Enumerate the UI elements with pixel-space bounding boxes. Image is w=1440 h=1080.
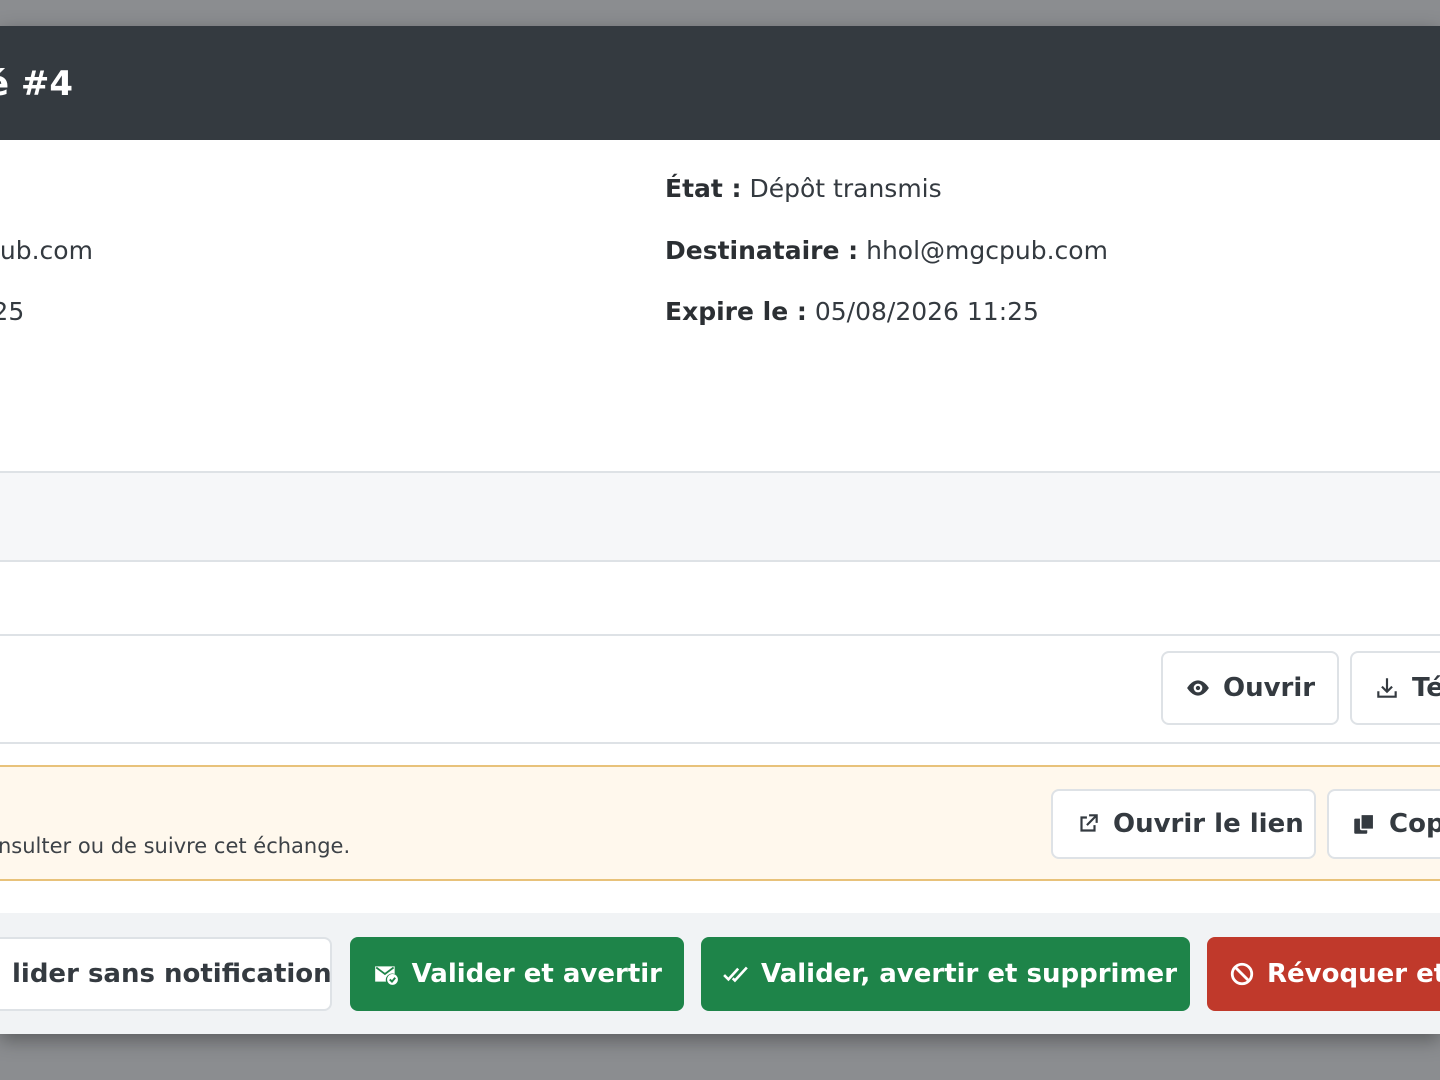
download-file-label: Té [1412, 673, 1440, 703]
recipient-row: Destinataire : hhol@mgcpub.com [665, 236, 1108, 265]
state-row: État : Dépôt transmis [665, 174, 942, 203]
download-icon [1374, 674, 1400, 702]
ban-icon [1229, 960, 1255, 988]
copy-icon [1351, 810, 1377, 838]
sender-email-fragment: pub.com [0, 236, 93, 265]
copy-link-label: Cop [1389, 809, 1440, 839]
copy-link-button[interactable]: Cop [1327, 789, 1440, 859]
external-link-icon [1075, 810, 1101, 838]
envelope-check-icon [372, 960, 400, 988]
eye-icon [1185, 674, 1211, 702]
validate-silent-button[interactable]: lider sans notification [0, 937, 332, 1011]
deposit-modal: é #4 pub.com :25 État : Dépôt transmis D… [0, 26, 1440, 1034]
download-file-button[interactable]: Té [1350, 651, 1440, 725]
validate-notify-delete-label: Valider, avertir et supprimer [761, 959, 1178, 989]
open-link-button[interactable]: Ouvrir le lien [1051, 789, 1316, 859]
recipient-value: hhol@mgcpub.com [866, 236, 1108, 265]
double-check-icon [723, 960, 749, 988]
state-label: État : [665, 174, 742, 203]
state-value: Dépôt transmis [749, 174, 942, 203]
modal-title: é #4 [0, 64, 74, 104]
validate-notify-label: Valider et avertir [411, 959, 662, 989]
created-time-fragment: :25 [0, 297, 25, 326]
validate-silent-label: lider sans notification [12, 959, 332, 989]
validate-notify-button[interactable]: Valider et avertir [350, 937, 684, 1011]
open-file-button[interactable]: Ouvrir [1161, 651, 1339, 725]
expires-label: Expire le : [665, 297, 807, 326]
revoke-button[interactable]: Révoquer et [1207, 937, 1440, 1011]
open-file-label: Ouvrir [1223, 673, 1316, 703]
revoke-label: Révoquer et [1267, 959, 1440, 989]
share-link-note: nsulter ou de suivre cet échange. [0, 834, 351, 858]
expires-row: Expire le : 05/08/2026 11:25 [665, 297, 1039, 326]
expires-value: 05/08/2026 11:25 [814, 297, 1039, 326]
section-divider [0, 471, 1440, 562]
recipient-label: Destinataire : [665, 236, 859, 265]
modal-header: é #4 [0, 26, 1440, 140]
validate-notify-delete-button[interactable]: Valider, avertir et supprimer [701, 937, 1190, 1011]
open-link-label: Ouvrir le lien [1113, 809, 1304, 839]
